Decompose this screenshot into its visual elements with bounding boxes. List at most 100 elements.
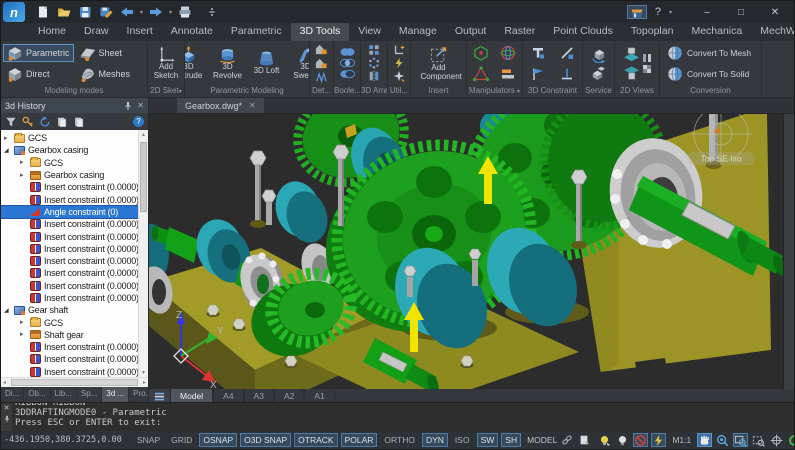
detail-house2-icon[interactable] (315, 57, 328, 70)
model-space-label[interactable]: MODEL (527, 435, 557, 445)
expand-arrow-icon[interactable] (20, 319, 30, 326)
scroll-down-icon[interactable]: ▾ (139, 369, 148, 376)
print-icon[interactable] (177, 4, 193, 20)
ribbon-tab[interactable]: 3D Tools (290, 23, 350, 41)
pan-icon[interactable] (697, 433, 713, 447)
ribbon-tab[interactable]: Output (446, 23, 496, 41)
close-panel-icon[interactable]: ✕ (137, 101, 144, 111)
ribbon-tab[interactable]: Annotate (162, 23, 222, 41)
tree-item[interactable]: Insert constraint (0.0000) (1, 193, 138, 205)
expand-arrow-icon[interactable] (4, 135, 14, 142)
zoom-selected-icon[interactable] (751, 433, 766, 447)
close-command-icon[interactable]: ✕ (4, 404, 10, 412)
parametric-mode-button[interactable]: Parametric (3, 43, 74, 62)
status-toggle[interactable]: DYN (421, 433, 448, 447)
util-point-icon[interactable] (393, 70, 405, 82)
command-prompt-line[interactable]: Press ESC or ENTER to exit: (15, 418, 794, 428)
subtract-icon[interactable] (340, 69, 355, 79)
copy-solids-icon[interactable] (590, 64, 607, 81)
status-toggle[interactable]: SW (476, 433, 499, 447)
extrude-button[interactable]: 3D Extrude (185, 44, 208, 82)
tree-item[interactable]: GCS (1, 132, 138, 144)
section-view-icon[interactable] (623, 64, 640, 81)
pin-command-icon[interactable] (3, 415, 11, 423)
ribbon-tab[interactable]: Insert (118, 23, 162, 41)
tree-item[interactable]: GCS (1, 316, 138, 328)
pin-icon[interactable] (123, 101, 133, 111)
annotation-scale[interactable]: M1:1 (672, 435, 691, 445)
bars-manipulator-icon[interactable] (500, 66, 516, 82)
status-toggle[interactable]: ORTHO (380, 433, 419, 447)
polar-array-icon[interactable] (368, 57, 380, 69)
tree-item[interactable]: Angle constraint (0) (1, 204, 138, 220)
tree-item[interactable]: Gear shaft (1, 304, 138, 316)
lights-on-icon[interactable] (597, 433, 612, 447)
tree-item[interactable]: Insert constraint (0.0000) (1, 255, 138, 267)
app-store-icon[interactable] (626, 5, 647, 19)
add-component-button[interactable]: Add Component (411, 43, 466, 83)
open-file-icon[interactable] (56, 4, 72, 20)
redo-dropdown-icon[interactable]: ▾ (169, 9, 172, 16)
lights-off-icon[interactable] (615, 433, 630, 447)
tree-item[interactable]: Insert constraint (0.0000) (1, 353, 138, 365)
panel-tab[interactable]: 3d ... (102, 387, 130, 402)
loft-button[interactable]: 3D Loft (248, 48, 286, 77)
panel-tab[interactable]: Lib... (51, 387, 77, 402)
close-button[interactable]: ✕ (762, 7, 788, 18)
save-icon[interactable] (77, 4, 93, 20)
document-tab[interactable]: Gearbox.dwg* ✕ (177, 98, 264, 113)
minimize-button[interactable]: – (694, 7, 720, 18)
help-dropdown-icon[interactable]: ▾ (669, 9, 672, 16)
ribbon-tab[interactable]: Home (29, 23, 75, 41)
quick-properties-icon[interactable] (651, 433, 667, 447)
tree-horizontal-scrollbar[interactable]: ◂ ▸ (1, 377, 148, 387)
tree-vertical-scrollbar[interactable]: ▴ ▾ (138, 130, 148, 377)
expand-arrow-icon[interactable] (20, 331, 30, 338)
convert-to-mesh-button[interactable]: Convert To Mesh (663, 44, 755, 62)
tree-item[interactable]: Insert constraint (0.0000) (1, 181, 138, 193)
tree-item[interactable]: Shaft gear (1, 329, 138, 341)
refresh-icon[interactable] (39, 116, 51, 128)
help-button[interactable]: ? (655, 6, 661, 18)
tree-item[interactable]: Insert constraint (0.0000) (1, 218, 138, 230)
qat-overflow-icon[interactable] (204, 4, 220, 20)
zoom-window-icon[interactable] (733, 433, 749, 447)
add-sketch-button[interactable]: Add Sketch (148, 44, 184, 82)
link-icon[interactable] (560, 433, 574, 447)
ribbon-tab[interactable]: Topoplan (622, 23, 683, 41)
3d-canvas[interactable]: Top SE Iso Z Y X (149, 114, 795, 389)
perpendicular-constraint-icon[interactable] (560, 67, 574, 81)
util-corner-icon[interactable] (393, 44, 405, 56)
ribbon-tab[interactable]: Mechanica (682, 23, 751, 41)
ribbon-tab[interactable]: View (349, 23, 390, 41)
hex-manipulator-icon[interactable] (473, 45, 489, 61)
expand-arrow-icon[interactable] (20, 172, 30, 179)
ribbon-tab[interactable]: Raster (495, 23, 544, 41)
paste-history-icon[interactable] (73, 116, 85, 128)
orbit-icon[interactable] (769, 433, 784, 447)
status-toggle[interactable]: SNAP (133, 433, 164, 447)
expand-arrow-icon[interactable] (4, 147, 14, 154)
tangent-constraint-icon[interactable] (560, 46, 574, 60)
close-document-icon[interactable]: ✕ (249, 101, 256, 110)
view-checker-icon[interactable] (642, 64, 652, 74)
util-flash-icon[interactable] (393, 57, 405, 69)
tree-item[interactable]: Insert constraint (0.0000) (1, 280, 138, 292)
flag-constraint-icon[interactable] (531, 67, 545, 81)
command-line[interactable]: ✕ RIBBON RIBBON 3DDRAFTINGMODE0 - Parame… (1, 402, 794, 431)
ribbon-tab[interactable]: Manage (390, 23, 446, 41)
new-file-icon[interactable] (35, 4, 51, 20)
view-bars-icon[interactable] (642, 53, 652, 63)
tree-item[interactable]: Insert constraint (0.0000) (1, 341, 138, 353)
rect-array-icon[interactable] (368, 44, 380, 56)
intersect-icon[interactable] (340, 58, 355, 68)
tree-item[interactable]: Insert constraint (0.0000) (1, 267, 138, 279)
expand-arrow-icon[interactable] (4, 307, 14, 314)
save-as-icon[interactable] (98, 4, 114, 20)
panel-tab[interactable]: Sp... (77, 387, 103, 402)
status-toggle[interactable]: OTRACK (294, 433, 338, 447)
triangle-manipulator-icon[interactable] (473, 66, 489, 82)
panel-tab[interactable]: Ob... (24, 387, 51, 402)
tree-item[interactable]: Insert constraint (0.0000) (1, 292, 138, 304)
panel-tab[interactable]: Di... (1, 387, 25, 402)
